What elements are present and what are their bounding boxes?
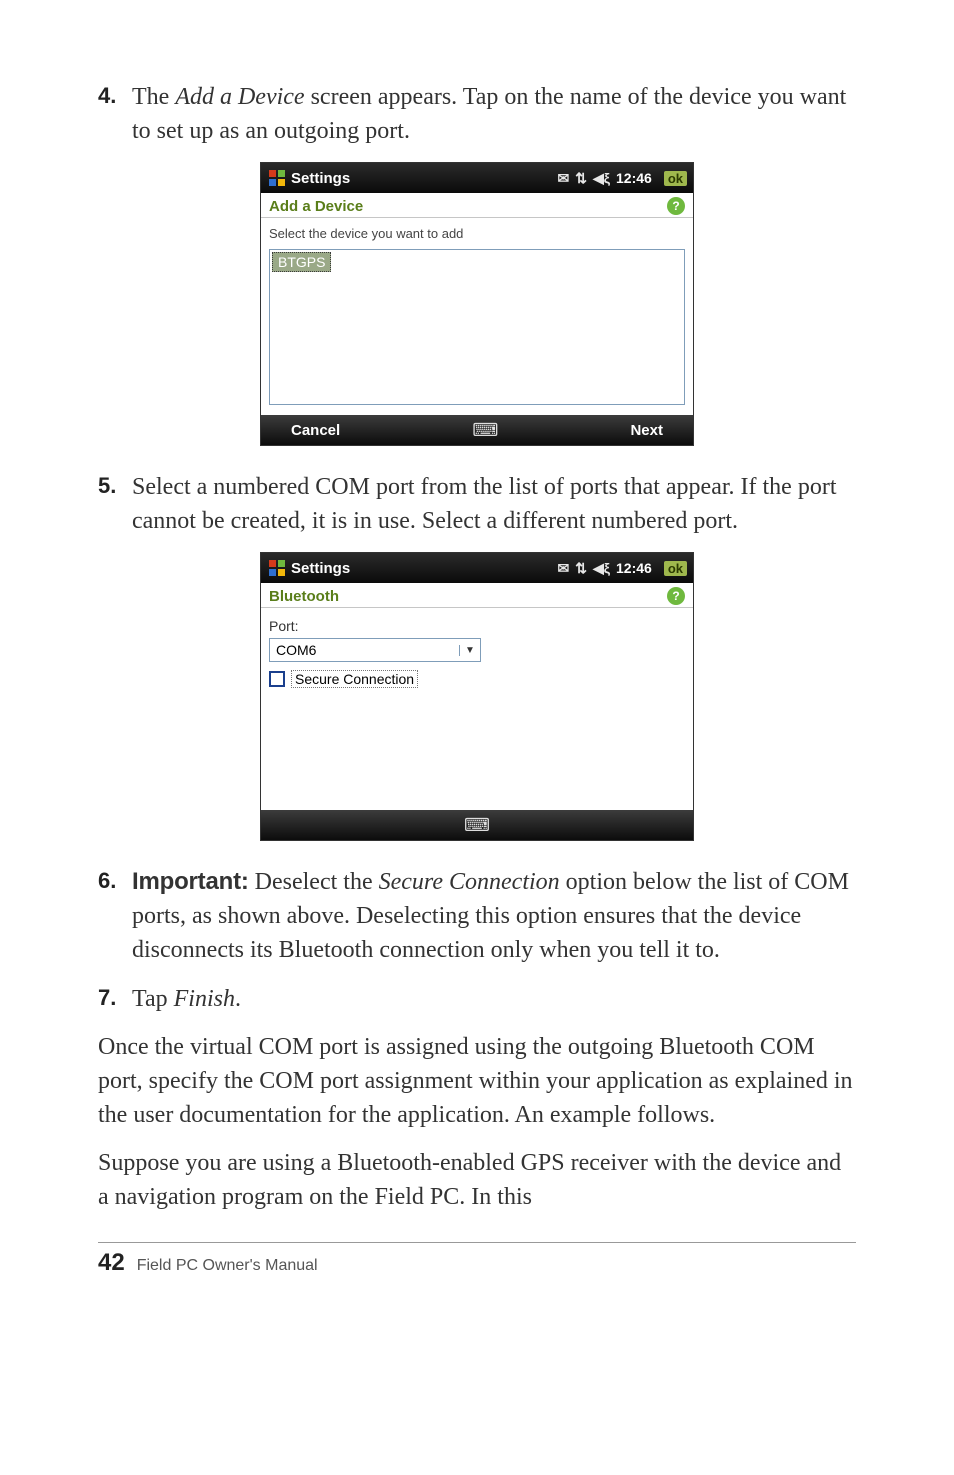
- clock-2: 12:46: [616, 560, 652, 576]
- page-footer: 42 Field PC Owner's Manual: [98, 1242, 856, 1277]
- step-6-text: Important: Deselect the Secure Connectio…: [132, 865, 856, 967]
- start-icon-2[interactable]: [267, 558, 287, 578]
- taskbar-title-2: Settings: [291, 560, 558, 577]
- paragraph-2: Suppose you are using a Bluetooth-enable…: [98, 1146, 856, 1214]
- step-6-a: Deselect the: [249, 869, 379, 895]
- screen-subheader-2: Bluetooth ?: [261, 583, 693, 608]
- page-number: 42: [98, 1249, 125, 1277]
- step-6-italic: Secure Connection: [379, 869, 560, 895]
- step-4-text-pre: The: [132, 84, 175, 110]
- step-6-number: 6.: [98, 865, 132, 967]
- notification-icon[interactable]: ✉: [558, 170, 570, 187]
- step-7-number: 7.: [98, 982, 132, 1016]
- secure-connection-row: Secure Connection: [269, 670, 685, 688]
- softkey-cancel[interactable]: Cancel: [291, 422, 340, 439]
- step-4-item: 4. The Add a Device screen appears. Tap …: [98, 80, 856, 148]
- connectivity-icon[interactable]: ⇅: [575, 170, 587, 187]
- step-7-a: Tap: [132, 986, 174, 1012]
- screen-body-2: Port: COM6 ▼ Secure Connection: [261, 608, 693, 810]
- softkey-bar-2: ⌨: [261, 810, 693, 840]
- step-7-item: 7. Tap Finish.: [98, 982, 856, 1016]
- taskbar-title: Settings: [291, 170, 558, 187]
- step-6-bold: Important:: [132, 868, 249, 895]
- port-combobox-value: COM6: [270, 642, 459, 658]
- step-4-text: The Add a Device screen appears. Tap on …: [132, 80, 856, 148]
- port-combobox[interactable]: COM6 ▼: [269, 638, 481, 662]
- step-5-item: 5. Select a numbered COM port from the l…: [98, 470, 856, 538]
- volume-icon-2[interactable]: ◀ξ: [593, 560, 610, 577]
- ok-button-2[interactable]: ok: [664, 561, 687, 576]
- screen-body: Select the device you want to add BTGPS: [261, 218, 693, 415]
- system-tray-2: ✉ ⇅ ◀ξ 12:46 ok: [558, 560, 687, 577]
- secure-connection-checkbox[interactable]: [269, 671, 285, 687]
- instruction-text: Select the device you want to add: [269, 226, 685, 241]
- chevron-down-icon[interactable]: ▼: [459, 645, 480, 656]
- ok-button[interactable]: ok: [664, 171, 687, 186]
- paragraph-1: Once the virtual COM port is assigned us…: [98, 1030, 856, 1132]
- book-title: Field PC Owner's Manual: [137, 1257, 318, 1275]
- ordered-steps-cont-6: 6. Important: Deselect the Secure Connec…: [98, 865, 856, 1015]
- ordered-steps-cont-5: 5. Select a numbered COM port from the l…: [98, 470, 856, 538]
- help-icon-2[interactable]: ?: [667, 587, 685, 605]
- screen-subheader: Add a Device ?: [261, 193, 693, 218]
- step-7-italic: Finish: [174, 986, 235, 1012]
- secure-connection-label: Secure Connection: [291, 670, 418, 688]
- screenshot-1-wrap: Settings ✉ ⇅ ◀ξ 12:46 ok Add a Device ? …: [98, 162, 856, 446]
- volume-icon[interactable]: ◀ξ: [593, 170, 610, 187]
- step-5-number: 5.: [98, 470, 132, 538]
- taskbar-2: Settings ✉ ⇅ ◀ξ 12:46 ok: [261, 553, 693, 583]
- system-tray: ✉ ⇅ ◀ξ 12:46 ok: [558, 170, 687, 187]
- page: 4. The Add a Device screen appears. Tap …: [0, 0, 954, 1475]
- keyboard-icon[interactable]: ⌨: [472, 420, 498, 441]
- softkey-bar: Cancel ⌨ Next: [261, 415, 693, 445]
- port-label: Port:: [269, 618, 685, 634]
- help-icon[interactable]: ?: [667, 197, 685, 215]
- screenshot-bluetooth: Settings ✉ ⇅ ◀ξ 12:46 ok Bluetooth ? Por…: [260, 552, 694, 841]
- device-list-item-selected[interactable]: BTGPS: [272, 252, 331, 272]
- clock: 12:46: [616, 170, 652, 186]
- step-7-text: Tap Finish.: [132, 982, 241, 1016]
- softkey-next[interactable]: Next: [630, 422, 663, 439]
- step-4-number: 4.: [98, 80, 132, 148]
- device-list[interactable]: BTGPS: [269, 249, 685, 405]
- subheader-title-2: Bluetooth: [269, 588, 339, 605]
- ordered-steps: 4. The Add a Device screen appears. Tap …: [98, 80, 856, 148]
- subheader-title: Add a Device: [269, 198, 363, 215]
- step-4-text-italic: Add a Device: [175, 84, 304, 110]
- screenshot-add-device: Settings ✉ ⇅ ◀ξ 12:46 ok Add a Device ? …: [260, 162, 694, 446]
- step-5-text: Select a numbered COM port from the list…: [132, 470, 856, 538]
- keyboard-icon-2[interactable]: ⌨: [464, 815, 490, 836]
- notification-icon-2[interactable]: ✉: [558, 560, 570, 577]
- taskbar: Settings ✉ ⇅ ◀ξ 12:46 ok: [261, 163, 693, 193]
- start-icon[interactable]: [267, 168, 287, 188]
- connectivity-icon-2[interactable]: ⇅: [575, 560, 587, 577]
- screenshot-2-wrap: Settings ✉ ⇅ ◀ξ 12:46 ok Bluetooth ? Por…: [98, 552, 856, 841]
- step-7-b: .: [235, 986, 241, 1012]
- step-6-item: 6. Important: Deselect the Secure Connec…: [98, 865, 856, 967]
